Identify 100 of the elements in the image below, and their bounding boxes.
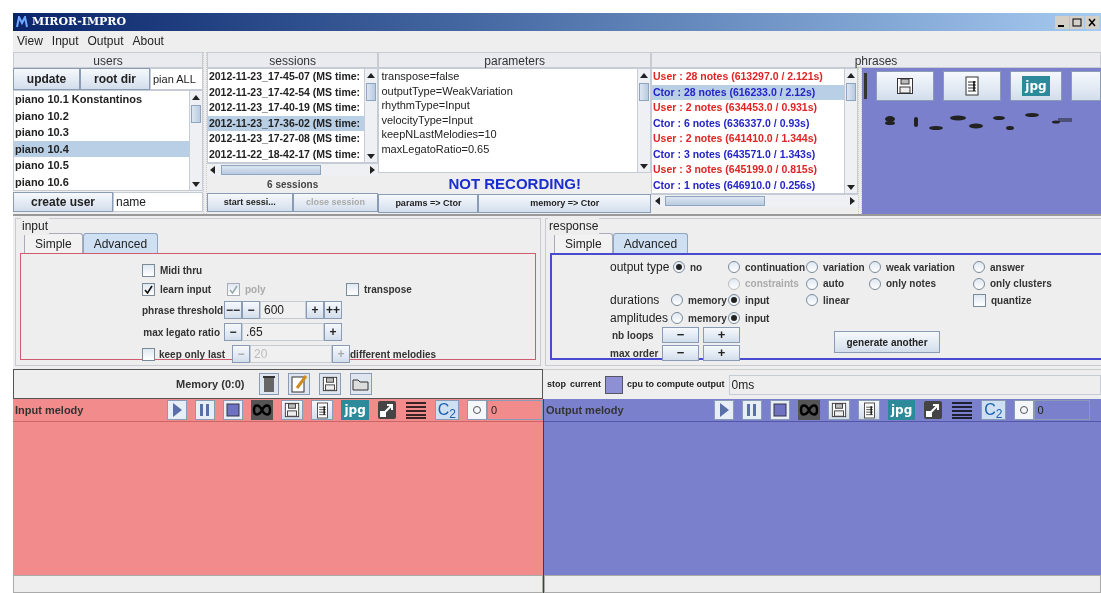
generate-another-button[interactable]: generate another bbox=[834, 331, 940, 353]
scrollbar[interactable] bbox=[651, 194, 858, 207]
lines-icon[interactable] bbox=[404, 400, 427, 420]
menu-item[interactable]: Output bbox=[87, 32, 124, 50]
minus-button[interactable]: −− bbox=[224, 301, 242, 319]
checkbox[interactable] bbox=[142, 264, 155, 277]
filter-field[interactable]: pian ALL bbox=[150, 68, 203, 90]
minus-button[interactable]: − bbox=[662, 327, 699, 343]
infinity-icon[interactable] bbox=[251, 400, 274, 420]
pause-icon[interactable] bbox=[742, 400, 762, 420]
session-item[interactable]: 2012-11-22_18-42-17 (MS time: bbox=[207, 146, 365, 162]
radio-button[interactable] bbox=[728, 312, 740, 324]
minus-button[interactable]: − bbox=[242, 301, 260, 319]
resize-icon[interactable] bbox=[376, 400, 397, 420]
user-item[interactable]: piano 10.3 bbox=[14, 124, 189, 141]
pause-icon[interactable] bbox=[195, 400, 216, 420]
number-field[interactable]: .65 bbox=[242, 323, 324, 341]
checkbox[interactable] bbox=[973, 293, 986, 307]
document-icon[interactable] bbox=[963, 76, 981, 96]
plus-button[interactable]: + bbox=[306, 301, 324, 319]
close-icon[interactable] bbox=[1085, 15, 1099, 29]
pencil-icon[interactable] bbox=[288, 373, 311, 395]
scrollbar[interactable] bbox=[206, 163, 379, 176]
document-icon[interactable] bbox=[861, 401, 877, 419]
time-field[interactable]: 0ms bbox=[728, 374, 1101, 395]
start-session-button[interactable]: start sessi... bbox=[206, 193, 293, 212]
plus-button[interactable]: + bbox=[324, 323, 342, 341]
stop-icon[interactable] bbox=[770, 400, 790, 420]
update-button[interactable]: update bbox=[13, 68, 80, 90]
stop-icon[interactable] bbox=[223, 400, 244, 420]
radio-button[interactable] bbox=[671, 312, 683, 324]
checkbox[interactable] bbox=[346, 283, 359, 296]
handle-icon[interactable] bbox=[864, 73, 867, 99]
lines-icon[interactable] bbox=[951, 400, 974, 420]
minus-button[interactable]: − bbox=[224, 323, 242, 341]
plus-button[interactable]: + bbox=[703, 345, 740, 361]
minimize-icon[interactable] bbox=[1055, 15, 1069, 29]
scrollbar[interactable] bbox=[364, 69, 378, 162]
tab[interactable]: Simple bbox=[554, 233, 613, 253]
scrollbar[interactable] bbox=[844, 69, 857, 193]
root-dir-button[interactable]: root dir bbox=[80, 68, 150, 90]
tab[interactable]: Advanced bbox=[82, 233, 159, 253]
floppy-icon[interactable] bbox=[322, 376, 339, 392]
radio-button[interactable] bbox=[806, 277, 818, 290]
tab[interactable]: Simple bbox=[24, 233, 83, 253]
params-to-ctor-button[interactable]: params => Ctor bbox=[378, 194, 479, 213]
plus-button[interactable]: ++ bbox=[324, 301, 342, 319]
session-item[interactable]: 2012-11-23_17-45-07 (MS time: bbox=[207, 69, 365, 85]
jpg-button[interactable]: jpg bbox=[1022, 76, 1050, 96]
plus-button[interactable]: + bbox=[703, 327, 740, 343]
user-item[interactable]: piano 10.4 bbox=[14, 140, 189, 157]
phrase-item[interactable]: User : 2 notes (641410.0 / 1.344s) bbox=[652, 131, 844, 147]
menu-item[interactable]: View bbox=[17, 32, 43, 50]
phrase-item[interactable]: Ctor : 3 notes (643571.0 / 1.343s) bbox=[652, 146, 844, 162]
folder-icon[interactable] bbox=[350, 373, 373, 395]
jpg-button[interactable]: jpg bbox=[341, 400, 369, 420]
floppy-icon[interactable] bbox=[284, 402, 301, 418]
radio-button[interactable] bbox=[973, 277, 985, 290]
chord-button[interactable]: C$_{2}$ bbox=[981, 400, 1006, 420]
user-item[interactable]: piano 10.5 bbox=[14, 157, 189, 174]
radio-button[interactable] bbox=[728, 294, 740, 306]
minus-button[interactable]: − bbox=[662, 345, 699, 361]
session-item[interactable]: 2012-11-23_17-36-02 (MS time: bbox=[207, 115, 365, 131]
save-button[interactable] bbox=[876, 71, 934, 101]
memory-to-ctor-button[interactable]: memory => Ctor bbox=[478, 194, 651, 213]
tab[interactable]: Advanced bbox=[612, 233, 689, 253]
number-field[interactable]: 600 bbox=[260, 301, 306, 319]
user-item[interactable]: piano 10.6 bbox=[14, 173, 189, 190]
phrase-item[interactable]: User : 2 notes (634453.0 / 0.931s) bbox=[652, 100, 844, 116]
radio-button[interactable] bbox=[671, 294, 683, 306]
menu-item[interactable]: Input bbox=[51, 32, 79, 50]
checkbox[interactable] bbox=[142, 347, 155, 361]
phrase-item[interactable]: User : 28 notes (613297.0 / 2.121s) bbox=[652, 69, 844, 85]
phrase-item[interactable]: Ctor : 1 notes (646910.0 / 0.256s) bbox=[652, 177, 844, 193]
session-item[interactable]: 2012-11-23_17-27-08 (MS time: bbox=[207, 131, 365, 147]
phrase-item[interactable]: Ctor : 6 notes (636337.0 / 0.93s) bbox=[652, 115, 844, 131]
document-icon[interactable] bbox=[314, 401, 330, 419]
cpu-toggle[interactable] bbox=[605, 375, 623, 394]
floppy-icon[interactable] bbox=[831, 402, 847, 418]
radio-button[interactable] bbox=[728, 261, 740, 273]
radio-button[interactable] bbox=[673, 261, 685, 273]
radio-button[interactable] bbox=[869, 277, 881, 290]
count-field[interactable]: 0 bbox=[487, 400, 543, 420]
maximize-icon[interactable] bbox=[1070, 15, 1084, 29]
phrase-item[interactable]: Ctor : 28 notes (616233.0 / 2.12s) bbox=[652, 84, 844, 100]
user-item[interactable]: piano 10.2 bbox=[14, 107, 189, 124]
radio-button[interactable] bbox=[806, 261, 818, 273]
name-field[interactable]: name bbox=[113, 192, 203, 212]
user-item[interactable]: piano 10.1 Konstantinos bbox=[14, 91, 189, 108]
chord-button[interactable]: C$_{2}$ bbox=[434, 400, 459, 420]
create-user-button[interactable]: create user bbox=[13, 192, 113, 212]
scrollbar[interactable] bbox=[189, 91, 202, 190]
jpg-button[interactable]: jpg bbox=[888, 400, 916, 420]
scrollbar[interactable] bbox=[637, 69, 650, 172]
session-item[interactable]: 2012-11-23_17-42-54 (MS time: bbox=[207, 84, 365, 100]
checkbox[interactable] bbox=[142, 283, 155, 296]
radio-button[interactable] bbox=[973, 261, 985, 273]
trash-icon[interactable] bbox=[259, 373, 280, 395]
menu-item[interactable]: About bbox=[132, 32, 164, 50]
radio-button[interactable] bbox=[806, 294, 818, 306]
